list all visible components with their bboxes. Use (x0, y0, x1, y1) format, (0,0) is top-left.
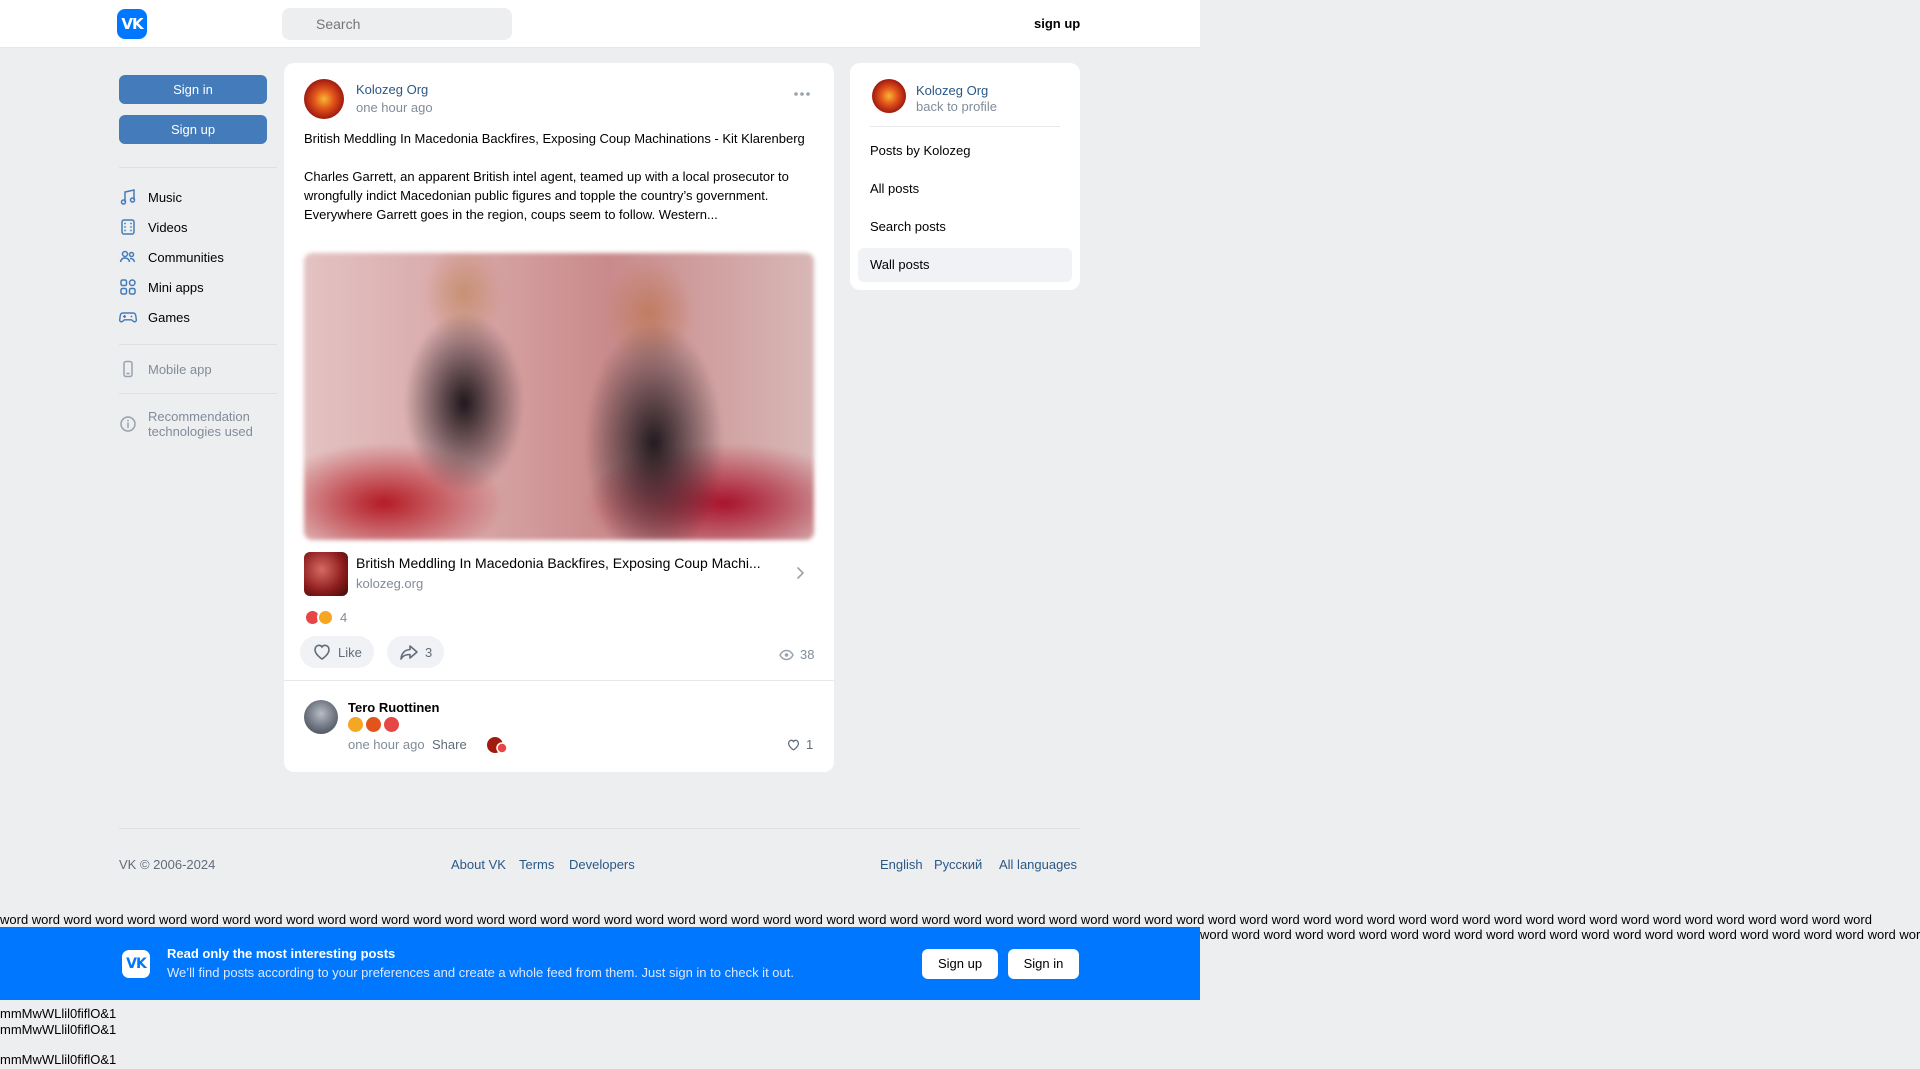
post-title-text: British Meddling In Macedonia Backfires,… (304, 131, 805, 146)
post-card: Kolozeg Org one hour ago British Meddlin… (284, 63, 834, 772)
signup-link[interactable]: sign up (1034, 16, 1080, 31)
signin-banner: VK Read only the most interesting posts … (0, 927, 1200, 1000)
post-time[interactable]: one hour ago (356, 100, 433, 115)
reaction-avatar-icon[interactable] (486, 736, 508, 754)
share-icon (400, 645, 418, 660)
commenter-avatar[interactable] (304, 700, 338, 734)
footer-link-developers[interactable]: Developers (569, 857, 635, 872)
comment-like-count: 1 (806, 737, 814, 752)
profile-name[interactable]: Kolozeg Org (916, 83, 988, 98)
sidebar-item-games[interactable]: Games (119, 306, 190, 328)
sign-in-button[interactable]: Sign in (119, 75, 267, 104)
music-icon (120, 189, 136, 205)
comment-like-button[interactable]: 1 (786, 737, 813, 752)
commenter-name[interactable]: Tero Ruottinen (348, 700, 439, 715)
videos-icon (121, 219, 135, 235)
chevron-right-icon[interactable] (795, 566, 805, 580)
comment-time: one hour ago (348, 737, 425, 752)
comment-divider (284, 680, 834, 681)
sidebar-item-mini-apps[interactable]: Mini apps (119, 276, 204, 298)
sidebar-item-label: Videos (148, 219, 188, 235)
sign-up-button[interactable]: Sign up (119, 115, 267, 144)
banner-sign-in-button[interactable]: Sign in (1008, 949, 1079, 979)
heart-icon (314, 644, 330, 660)
font-test-line: mmMwWLlil0fiflO&1 (0, 1022, 117, 1037)
search-input[interactable] (282, 8, 512, 40)
banner-vk-logo: VK (122, 950, 150, 978)
footer-copyright: VK © 2006-2024 (119, 857, 216, 872)
share-count: 3 (425, 644, 433, 660)
sidebar-item-label: Communities (148, 249, 224, 265)
vk-logo[interactable]: VK (117, 9, 147, 39)
sidebar-item-label: Music (148, 189, 182, 205)
angry-emoji-icon (366, 717, 381, 732)
share-button[interactable]: 3 (387, 636, 445, 668)
author-avatar[interactable] (304, 79, 344, 119)
more-options-icon[interactable] (792, 89, 812, 99)
reaction-count: 4 (340, 609, 348, 625)
back-to-profile-link[interactable]: back to profile (916, 99, 997, 114)
sidebar-item-videos[interactable]: Videos (119, 216, 188, 238)
top-bar: VK sign up (0, 0, 1200, 48)
comment-share-link[interactable]: Share (432, 737, 467, 752)
info-icon (120, 416, 136, 432)
menu-item-all-posts[interactable]: All posts (858, 172, 1072, 206)
sidebar-item-label: Mini apps (148, 279, 204, 295)
profile-avatar[interactable] (872, 79, 906, 113)
recommendation-line2: technologies used (148, 424, 253, 439)
target-emoji-icon (384, 717, 399, 732)
overflow-word-row: word word word word word word word word … (0, 912, 1872, 927)
views-counter: 38 (779, 647, 814, 662)
footer-lang-russian[interactable]: Русский (934, 857, 982, 872)
banner-title: Read only the most interesting posts (167, 946, 396, 961)
font-test-line: mmMwWLlil0fiflO&1 (0, 1006, 117, 1021)
link-domain: kolozeg.org (356, 576, 424, 591)
boom-emoji-icon (348, 717, 363, 732)
comment-emojis (348, 717, 402, 732)
footer-link-terms[interactable]: Terms (519, 857, 554, 872)
menu-item-posts-by[interactable]: Posts by Kolozeg (858, 134, 1072, 168)
mini-apps-icon (120, 279, 136, 295)
reactions-summary[interactable]: 4 (304, 608, 347, 626)
mobile-phone-icon (123, 360, 133, 378)
post-author[interactable]: Kolozeg Org (356, 82, 428, 97)
post-body-text: Charles Garrett, an apparent British int… (304, 169, 789, 222)
profile-card: Kolozeg Org back to profile Posts by Kol… (850, 63, 1080, 290)
like-button[interactable]: Like (300, 636, 374, 668)
sidebar-item-label: Games (148, 309, 190, 325)
sidebar-item-mobile-app[interactable]: Mobile app (119, 358, 212, 380)
eye-icon (779, 649, 794, 660)
banner-subtitle: We’ll find posts according to your prefe… (167, 965, 794, 980)
recommendation-line1: Recommendation (148, 409, 250, 424)
overflow-word-row: word word word word word word word word … (1200, 927, 1920, 942)
heart-icon (787, 739, 800, 751)
sidebar-item-music[interactable]: Music (119, 186, 182, 208)
profile-divider (870, 126, 1060, 127)
menu-item-wall-posts[interactable]: Wall posts (858, 248, 1072, 282)
nav-divider (119, 167, 277, 168)
link-thumbnail[interactable] (304, 552, 348, 596)
link-title[interactable]: British Meddling In Macedonia Backfires,… (356, 555, 786, 571)
nav-divider (119, 344, 277, 345)
footer-divider (119, 828, 1080, 829)
angry-reaction-icon (317, 608, 334, 626)
nav-divider (119, 393, 277, 394)
sidebar-item-recommendation[interactable]: Recommendation technologies used (119, 408, 253, 440)
footer-lang-all[interactable]: All languages (999, 857, 1077, 872)
sidebar-item-communities[interactable]: Communities (119, 246, 224, 268)
footer-link-about[interactable]: About VK (451, 857, 506, 872)
views-count: 38 (800, 647, 815, 662)
sidebar-item-label: Mobile app (148, 361, 212, 377)
footer-lang-english[interactable]: English (880, 857, 923, 872)
communities-icon (119, 250, 136, 263)
banner-sign-up-button[interactable]: Sign up (922, 949, 998, 979)
like-label: Like (338, 644, 362, 660)
post-text: British Meddling In Macedonia Backfires,… (304, 129, 814, 224)
font-test-line: mmMwWLlil0fiflO&1 (0, 1052, 117, 1067)
games-icon (119, 312, 137, 323)
post-image[interactable] (304, 253, 814, 540)
menu-item-search-posts[interactable]: Search posts (858, 210, 1072, 244)
